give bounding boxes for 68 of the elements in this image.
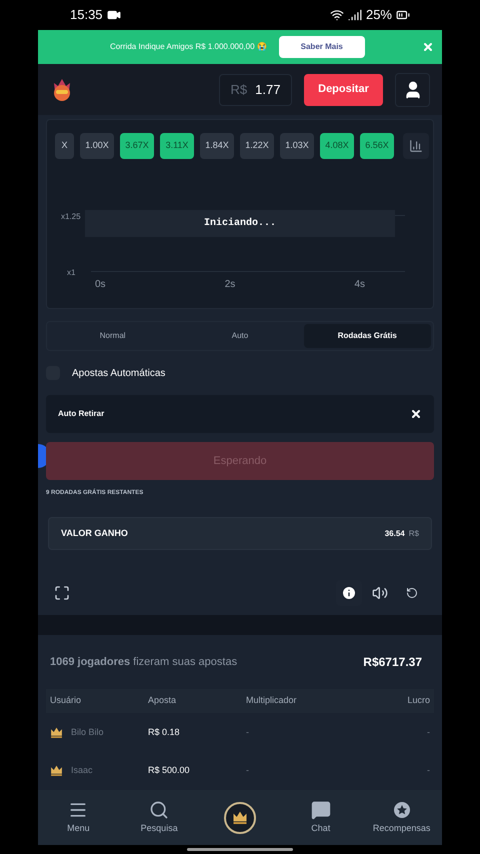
multiplier-value: - <box>246 764 250 778</box>
nav-item[interactable]: Pesquisa <box>118 800 200 836</box>
home-button[interactable] <box>224 802 256 834</box>
fullscreen-icon[interactable] <box>54 585 70 601</box>
currency-label: R$ <box>230 80 248 99</box>
search-icon <box>149 800 170 820</box>
nav-item[interactable]: Menu <box>38 800 119 836</box>
wifi-icon <box>330 8 344 22</box>
column-header: Lucro <box>406 694 430 708</box>
status-message: Iniciando... <box>85 210 395 237</box>
video-icon <box>106 8 121 22</box>
winnings-label: VALOR GANHO <box>61 526 128 540</box>
multiplier-chip[interactable]: 1.00X <box>80 133 114 159</box>
learn-more-button[interactable]: Saber Mais <box>278 36 365 58</box>
deposit-button[interactable]: Depositar <box>304 74 383 106</box>
winnings-amount: 36.54 <box>384 528 405 540</box>
multiplier-chip[interactable]: X <box>55 133 74 159</box>
mode-tab[interactable]: Rodadas Grátis <box>304 324 431 348</box>
players-summary: 1069 jogadores fizeram suas apostas <box>50 654 238 670</box>
mode-tab[interactable]: Normal <box>49 324 176 348</box>
history-icon[interactable] <box>406 587 418 599</box>
user-name: Bilo Bilo <box>71 726 104 739</box>
stats-button[interactable] <box>403 133 429 159</box>
promo-text: Corrida Indique Amigos R$ 1.000.000,00 😭 <box>110 41 267 53</box>
crown-icon <box>232 811 248 824</box>
multiplier-chip[interactable]: 1.03X <box>280 133 314 159</box>
profile-button[interactable] <box>395 72 430 106</box>
crown-icon <box>50 765 63 776</box>
profit-value: - <box>426 764 430 778</box>
side-tab-icon[interactable] <box>38 444 46 468</box>
column-header: Usuário <box>50 694 82 708</box>
multiplier-chip[interactable]: 4.08X <box>320 133 354 159</box>
battery-percent: 25% <box>366 6 392 24</box>
x-tick-label: 0s <box>95 278 106 292</box>
star-badge-icon <box>392 800 412 820</box>
sound-icon[interactable] <box>372 585 388 601</box>
checkbox-label: Apostas Automáticas <box>72 366 166 380</box>
balance-amount: 1.77 <box>255 80 280 99</box>
nav-item[interactable]: Chat <box>280 800 362 836</box>
bet-amount: R$ 0.18 <box>148 726 181 739</box>
y-tick-label: x1 <box>67 267 76 279</box>
auto-cashout-label: Auto Retirar <box>58 408 104 420</box>
y-tick-label: x1.25 <box>61 211 81 223</box>
multiplier-value: - <box>246 726 250 739</box>
bar-chart-icon <box>409 139 423 153</box>
close-icon[interactable] <box>410 408 422 420</box>
nav-item[interactable]: Recompensas <box>361 800 442 836</box>
clock-time: 15:35 <box>70 6 103 24</box>
profit-value: - <box>426 726 430 739</box>
crown-icon <box>50 727 63 738</box>
bet-amount: R$ 500.00 <box>148 764 191 778</box>
multiplier-chip[interactable]: 1.84X <box>200 133 234 159</box>
column-header: Multiplicador <box>246 694 298 708</box>
signal-icon <box>348 8 362 22</box>
multiplier-chip[interactable]: 3.67X <box>120 133 154 159</box>
multiplier-chip[interactable]: 6.56X <box>360 133 394 159</box>
multiplier-chip[interactable]: 3.11X <box>160 133 194 159</box>
mode-tab[interactable]: Auto <box>176 324 304 348</box>
multiplier-chip[interactable]: 1.22X <box>240 133 274 159</box>
total-bets-amount: R$6717.37 <box>363 654 422 671</box>
currency-label: R$ <box>408 528 419 540</box>
info-icon <box>341 585 357 601</box>
chat-icon <box>310 800 331 820</box>
battery-icon <box>396 8 410 22</box>
column-header: Aposta <box>148 694 178 708</box>
x-tick-label: 4s <box>354 278 365 292</box>
user-name: Isaac <box>71 764 93 778</box>
x-tick-label: 2s <box>224 278 236 292</box>
